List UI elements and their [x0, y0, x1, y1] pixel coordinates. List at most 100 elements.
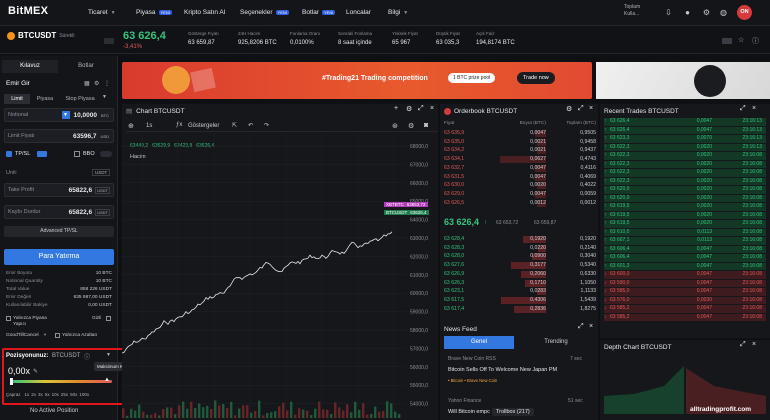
- orderbook-ask-row[interactable]: 63 630,0 0,0020 0,4022: [444, 182, 596, 190]
- expand-icon[interactable]: ⤢: [578, 105, 584, 113]
- news-headline[interactable]: Bitcoin Sells Off To Welcome New Japan P…: [448, 367, 557, 373]
- stop-loss-input[interactable]: Kaybı Durdur 65822,6 USDT: [4, 205, 114, 219]
- crosshair-icon[interactable]: ⊛: [392, 122, 398, 130]
- orderbook-bid-row[interactable]: 63 628,3 0,0220 0,2140: [444, 244, 596, 253]
- bbo-checkbox[interactable]: [74, 151, 80, 157]
- leverage-slider-track[interactable]: [12, 380, 112, 383]
- hidden-checkbox[interactable]: [106, 316, 111, 321]
- settings-icon[interactable]: ⚙: [566, 105, 572, 113]
- tab-market[interactable]: Piyasa: [32, 94, 58, 104]
- orderbook-ask-row[interactable]: 63 629,0 0,0047 0,0059: [444, 190, 596, 199]
- leverage-preset[interactable]: 5x: [45, 392, 50, 399]
- news-tab-trending[interactable]: Trending: [518, 336, 594, 349]
- nav-item-secenekler[interactable]: Seçenekler YENİ: [240, 9, 289, 16]
- reduce-only-checkbox[interactable]: [55, 333, 60, 338]
- take-profit-input[interactable]: Take Profit 65822,6 USDT: [4, 183, 114, 197]
- indicators-icon[interactable]: ƒx: [176, 122, 182, 128]
- orderbook-ask-row[interactable]: 63 626,5 0,0012 0,0012: [444, 199, 596, 208]
- news-tab-general[interactable]: Genel: [444, 336, 514, 349]
- nav-item-kripto[interactable]: Kripto Satın Al: [184, 9, 225, 16]
- tab-stop-market[interactable]: Stop Piyasa: [60, 94, 100, 104]
- chevron-down-icon[interactable]: ▼: [106, 352, 111, 358]
- close-icon[interactable]: ×: [752, 105, 756, 112]
- tab-kilavuz[interactable]: Kılavuz: [2, 60, 58, 73]
- tab-limit[interactable]: Limit: [4, 94, 30, 104]
- orderbook-bid-row[interactable]: 63 617,4 0,2836 1,8275: [444, 305, 596, 314]
- orderbook-bid-row[interactable]: 63 626,3 0,1710 1,1050: [444, 279, 596, 288]
- leverage-preset[interactable]: 25x: [61, 392, 68, 399]
- trollbox-button[interactable]: Trollbox (217): [492, 408, 534, 416]
- pencil-icon[interactable]: ✎: [33, 368, 38, 375]
- more-icon[interactable]: ⋮: [104, 80, 110, 87]
- orderbook-bid-row[interactable]: 63 627,6 0,3177 0,5340: [444, 262, 596, 270]
- calculator-icon[interactable]: ▦: [84, 80, 90, 87]
- bell-icon[interactable]: ●: [683, 8, 692, 17]
- orderbook-ask-row[interactable]: 63 635,9 0,0047 0,9505: [444, 130, 596, 138]
- orderbook-ask-row[interactable]: 63 631,5 0,0047 0,4069: [444, 173, 596, 182]
- symbol-selector[interactable]: BTCUSDT Sürekli: [7, 31, 75, 40]
- nav-item-ticaret[interactable]: Ticaret ▼: [88, 9, 116, 16]
- orderbook-ask-row[interactable]: 63 635,0 0,0021 0,9458: [444, 138, 596, 147]
- post-only-checkbox[interactable]: [6, 316, 11, 321]
- chevron-down-icon[interactable]: ▼: [43, 332, 47, 337]
- settings-icon[interactable]: ⚙: [702, 8, 711, 17]
- expand-icon[interactable]: ⤢: [578, 323, 584, 331]
- orderbook-bid-row[interactable]: 63 623,1 0,0283 1,1133: [444, 288, 596, 296]
- promo-banner[interactable]: #Trading21 Trading competition 1 BTC pri…: [122, 62, 592, 99]
- notional-input[interactable]: Notional ▼ 10,0000 BTC: [4, 108, 114, 122]
- chevron-down-icon[interactable]: ▼: [61, 111, 70, 119]
- balance-summary[interactable]: Toplam Kulla...: [624, 4, 640, 18]
- trade-now-button[interactable]: Trade now: [517, 72, 555, 84]
- leverage-preset[interactable]: 3x: [38, 392, 43, 399]
- deposit-button[interactable]: Para Yatırma: [4, 249, 114, 265]
- expand-icon[interactable]: ⤢: [740, 105, 746, 113]
- settings-icon[interactable]: ⚙: [406, 105, 412, 113]
- plus-circle-icon[interactable]: ⊕: [128, 122, 134, 130]
- bitmex-logo[interactable]: BitMEX: [8, 5, 48, 17]
- leverage-preset[interactable]: 10x: [52, 392, 59, 399]
- leverage-preset[interactable]: 100x: [79, 392, 89, 399]
- leverage-preset[interactable]: 1x: [25, 392, 30, 399]
- orderbook-ask-row[interactable]: 63 634,2 0,0021 0,9437: [444, 147, 596, 155]
- bbo-toggle[interactable]: [100, 151, 112, 157]
- expand-icon[interactable]: ⤢: [418, 105, 424, 113]
- orderbook-ask-row[interactable]: 63 634,1 0,0627 0,4743: [444, 156, 596, 164]
- limit-price-input[interactable]: Limit Fiyatı 63596,7 USD: [4, 129, 114, 143]
- nav-item-botlar[interactable]: Botlar YENİ: [302, 9, 336, 16]
- orderbook-bid-row[interactable]: 63 628,4 0,1920 0,1920: [444, 236, 596, 244]
- nav-item-piyasa[interactable]: Piyasa YENİ: [136, 9, 172, 16]
- avatar[interactable]: ON: [737, 5, 752, 20]
- expand-icon[interactable]: ⤢: [740, 341, 746, 349]
- price-chart-svg[interactable]: 68000,067000,066000,065000,064000,063000…: [122, 134, 438, 418]
- leverage-preset[interactable]: 50x: [70, 392, 77, 399]
- news-headline[interactable]: Will Bitcoin empc: [448, 409, 490, 415]
- unit-select[interactable]: USDT: [92, 169, 111, 176]
- settings-icon[interactable]: ⚙: [408, 122, 414, 130]
- snapshot-icon[interactable]: ⇱: [232, 122, 237, 129]
- close-icon[interactable]: ×: [752, 341, 756, 348]
- orderbook-bid-row[interactable]: 63 628,0 0,0900 0,3040: [444, 253, 596, 261]
- interval-select[interactable]: 1s: [146, 123, 152, 129]
- leverage-slider-handle[interactable]: [10, 378, 13, 385]
- redo-icon[interactable]: ↷: [264, 122, 269, 129]
- globe-icon[interactable]: ◍: [719, 8, 728, 17]
- close-icon[interactable]: ×: [430, 105, 434, 112]
- tpsl-checkbox[interactable]: [6, 151, 12, 157]
- orderbook-bid-row[interactable]: 63 617,5 0,4306 1,5439: [444, 296, 596, 305]
- chevron-down-icon[interactable]: ▼: [102, 94, 107, 100]
- time-in-force-select[interactable]: GoodTillCancel: [6, 333, 39, 338]
- cross-margin-label[interactable]: Çapraz: [6, 392, 21, 399]
- orderbook-ask-row[interactable]: 63 632,7 0,0047 0,4116: [444, 164, 596, 173]
- close-icon[interactable]: ×: [589, 323, 593, 330]
- settings-icon[interactable]: ⚙: [94, 80, 99, 87]
- nav-item-bilgi[interactable]: Bilgi ▼: [388, 9, 408, 16]
- camera-icon[interactable]: ◙: [424, 122, 428, 129]
- advanced-tpsl-button[interactable]: Advanced TP/SL: [4, 226, 114, 237]
- layout-icon[interactable]: [722, 38, 732, 44]
- download-icon[interactable]: ⇩: [664, 8, 673, 17]
- star-icon[interactable]: ☆: [738, 36, 744, 44]
- indicators-button[interactable]: Göstergeler: [188, 123, 219, 129]
- orderbook-bid-row[interactable]: 63 626,9 0,2060 0,6330: [444, 270, 596, 279]
- leverage-preset[interactable]: 2x: [31, 392, 36, 399]
- info-icon[interactable]: ⓘ: [752, 36, 759, 46]
